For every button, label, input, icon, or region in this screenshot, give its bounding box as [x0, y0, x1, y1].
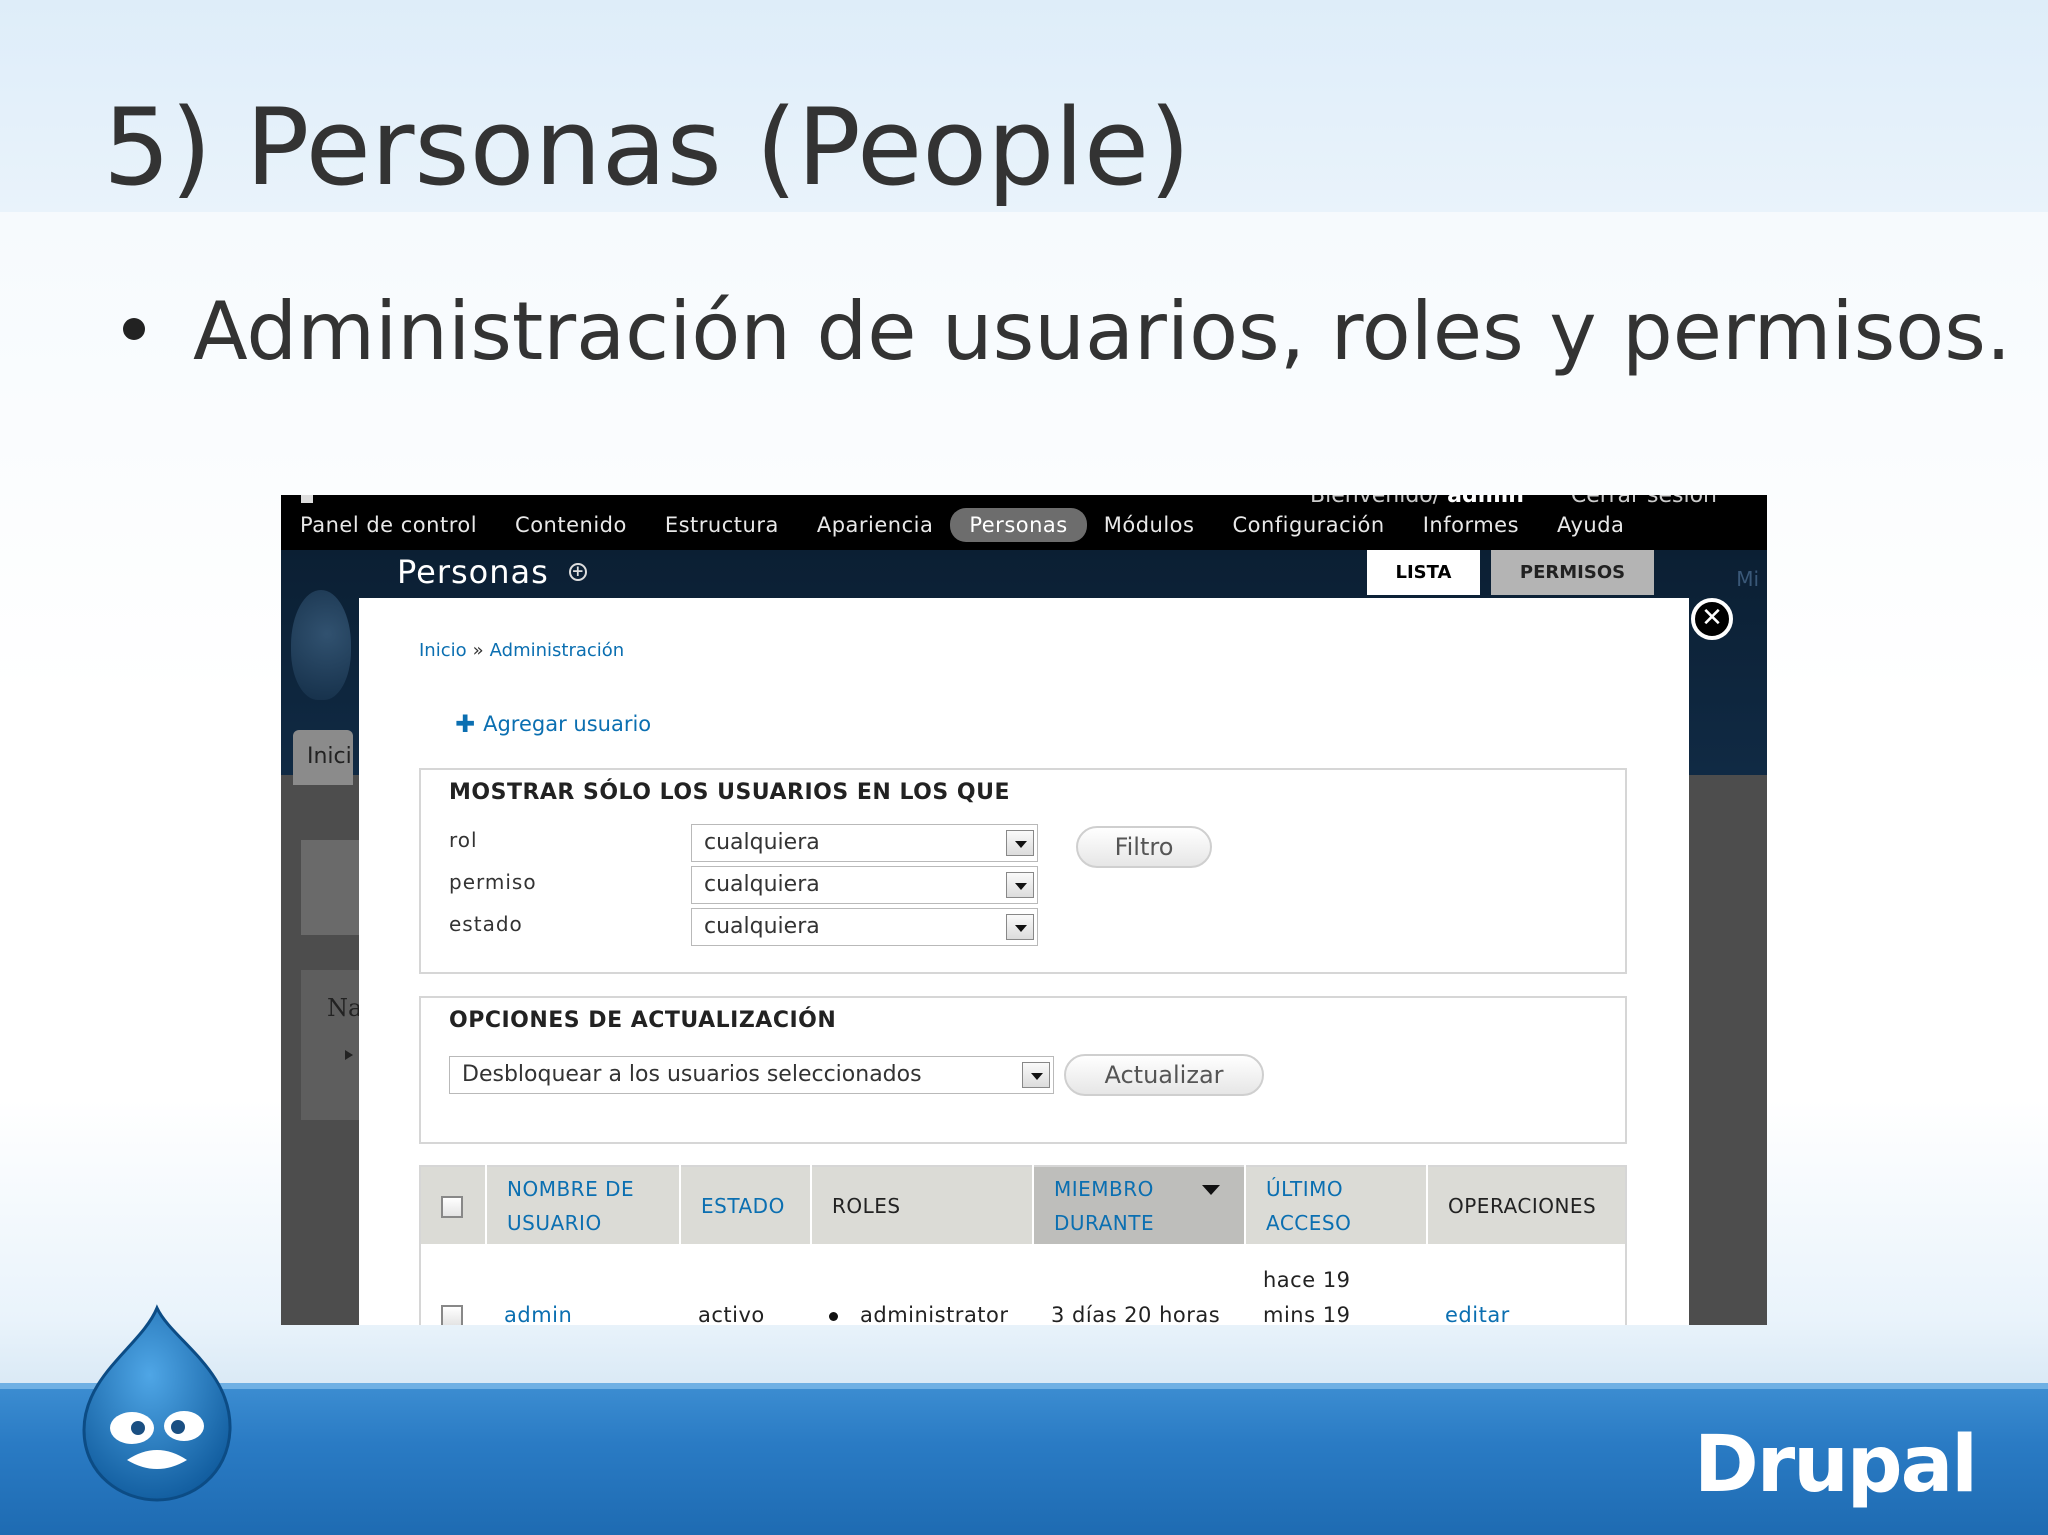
cell-status: activo [698, 1303, 765, 1325]
header-member-for[interactable]: MIEMBRO DURANTE [1033, 1166, 1246, 1244]
cell-username[interactable]: admin [486, 1244, 680, 1325]
permission-select-value: cualquiera [704, 872, 820, 897]
sort-descending-icon [1202, 1185, 1220, 1195]
table-header-row: NOMBRE DE USUARIO ESTADO ROLES MIEMBRO DUR… [420, 1166, 1626, 1244]
background-tab: Inici [293, 730, 353, 785]
dropdown-arrow-icon[interactable] [1006, 872, 1034, 898]
menu-item-configuracion[interactable]: Configuración [1213, 508, 1403, 542]
header-member-line2: DURANTE [1054, 1210, 1155, 1235]
add-user-label: Agregar usuario [483, 712, 652, 736]
plus-icon: ✚ [455, 710, 476, 738]
background-text: Na [327, 994, 363, 1022]
breadcrumb-home[interactable]: Inicio [419, 640, 467, 661]
breadcrumb-separator: » [472, 640, 484, 661]
slide-title: 5) Personas (People) [103, 86, 1191, 209]
tab-lista[interactable]: LISTA [1367, 550, 1480, 595]
background-drop-logo-icon [291, 590, 351, 700]
select-all-cell [420, 1166, 487, 1244]
page-title-area: Personas + [397, 553, 587, 591]
add-shortcut-icon[interactable]: + [568, 563, 587, 581]
drupal-drop-logo-icon [82, 1304, 232, 1502]
header-roles: ROLES [811, 1166, 1034, 1244]
dropdown-arrow-icon[interactable] [1022, 1062, 1050, 1088]
background-link: Mi [1736, 567, 1759, 591]
breadcrumb-administracion[interactable]: Administración [490, 640, 625, 661]
permission-select[interactable]: cualquiera [691, 866, 1038, 904]
header-status[interactable]: ESTADO [680, 1166, 812, 1244]
page-title: Personas [397, 553, 549, 591]
filter-label-estado: estado [449, 912, 523, 936]
status-select-value: cualquiera [704, 914, 820, 939]
header-username-line1: NOMBRE DE [507, 1176, 635, 1201]
home-icon[interactable] [301, 495, 313, 503]
background-panel-nav: Na [301, 970, 363, 1120]
row-checkbox-cell [420, 1244, 486, 1325]
cell-roles: administrator [811, 1244, 1033, 1325]
drupal-screenshot: Inici Na Mi Bienvenido/ admin Cerrar ses… [281, 495, 1767, 1325]
close-overlay-button[interactable]: ✕ [1691, 598, 1733, 640]
menu-item-apariencia[interactable]: Apariencia [798, 508, 953, 542]
menu-item-panel-de-control[interactable]: Panel de control [300, 508, 496, 542]
menu-item-personas[interactable]: Personas [950, 508, 1087, 542]
admin-menu: Panel de control Contenido Estructura Ap… [281, 507, 1643, 543]
menu-item-ayuda[interactable]: Ayuda [1538, 508, 1643, 542]
bullet-dot [123, 317, 145, 340]
filter-label-rol: rol [449, 828, 478, 852]
bullet-text: Administración de usuarios, roles y perm… [193, 285, 2012, 378]
triangle-right-icon [345, 1050, 353, 1060]
update-fieldset: OPCIONES DE ACTUALIZACIÓN Desbloquear a … [419, 996, 1627, 1144]
edit-link[interactable]: editar [1427, 1244, 1626, 1325]
header-username[interactable]: NOMBRE DE USUARIO [486, 1166, 681, 1244]
status-select[interactable]: cualquiera [691, 908, 1038, 946]
header-member-line1: MIEMBRO [1054, 1176, 1154, 1201]
bullet-point: Administración de usuarios, roles y perm… [123, 285, 2011, 378]
header-username-line2: USUARIO [507, 1210, 602, 1235]
update-action-value: Desbloquear a los usuarios seleccionados [462, 1062, 922, 1087]
role-select-value: cualquiera [704, 830, 820, 855]
table-row: admin activo administrator 3 días 20 hor… [420, 1244, 1626, 1325]
header-operations: OPERACIONES [1427, 1166, 1626, 1244]
filter-fieldset: MOSTRAR SÓLO LOS USUARIOS EN LOS QUE rol… [419, 768, 1627, 974]
filter-button[interactable]: Filtro [1076, 826, 1212, 868]
menu-item-contenido[interactable]: Contenido [496, 508, 646, 542]
cell-last-access-line2: mins 19 [1263, 1303, 1351, 1325]
update-title: OPCIONES DE ACTUALIZACIÓN [449, 1008, 837, 1033]
users-table: NOMBRE DE USUARIO ESTADO ROLES MIEMBRO DUR… [419, 1165, 1627, 1325]
cell-role-value: administrator [860, 1303, 1009, 1325]
dropdown-arrow-icon[interactable] [1006, 830, 1034, 856]
update-action-select[interactable]: Desbloquear a los usuarios seleccionados [449, 1056, 1054, 1094]
overlay-content: Inicio» Administración ✚ Agregar usuario … [359, 598, 1689, 1325]
admin-toolbar: Bienvenido/ admin Cerrar sesión Panel de… [281, 495, 1767, 550]
filter-label-permiso: permiso [449, 870, 537, 894]
role-select[interactable]: cualquiera [691, 824, 1038, 862]
breadcrumb: Inicio» Administración [419, 640, 624, 661]
header-access-line2: ACCESO [1266, 1210, 1352, 1235]
menu-item-informes[interactable]: Informes [1404, 508, 1538, 542]
cell-member-for: 3 días 20 horas [1051, 1303, 1221, 1325]
row-checkbox[interactable] [441, 1305, 463, 1325]
menu-item-estructura[interactable]: Estructura [646, 508, 798, 542]
select-all-checkbox[interactable] [441, 1196, 463, 1218]
header-last-access[interactable]: ÚLTIMO ACCESO [1245, 1166, 1428, 1244]
list-bullet [829, 1311, 838, 1321]
menu-item-modulos[interactable]: Módulos [1085, 508, 1214, 542]
background-panel [301, 840, 361, 935]
drupal-wordmark: Drupal [1694, 1420, 1978, 1510]
header-access-line1: ÚLTIMO [1266, 1176, 1344, 1201]
dropdown-arrow-icon[interactable] [1006, 914, 1034, 940]
tab-permisos[interactable]: PERMISOS [1491, 550, 1654, 595]
update-button[interactable]: Actualizar [1064, 1054, 1264, 1096]
add-user-link[interactable]: ✚ Agregar usuario [455, 710, 651, 738]
cell-last-access-line1: hace 19 [1263, 1268, 1351, 1292]
cell-last-access: hace 19 mins 19 [1245, 1244, 1427, 1325]
close-icon: ✕ [1701, 603, 1723, 633]
filter-title: MOSTRAR SÓLO LOS USUARIOS EN LOS QUE [449, 780, 1010, 805]
